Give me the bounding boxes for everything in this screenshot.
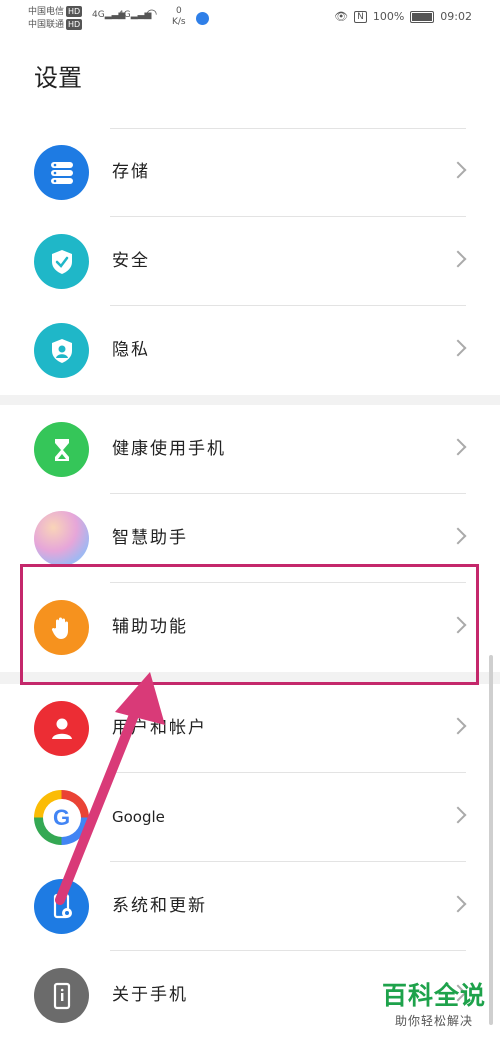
speed-value: 0 [175,6,182,16]
settings-group-1: 存储 安全 隐私 [0,128,500,395]
settings-item-security[interactable]: 安全 [0,217,500,306]
google-icon: G [34,790,89,845]
hd-badge-2: HD [66,19,83,30]
carrier-2: 中国联通 [28,20,65,30]
eye-comfort-icon: 👁 [334,10,349,23]
carrier-1: 中国电信 [28,7,65,17]
clock: 09:02 [440,10,472,23]
privacy-icon [34,323,89,378]
system-update-icon [34,879,89,934]
phone-info-icon [34,968,89,1023]
chevron-right-icon [449,806,467,824]
highlight-box [20,564,479,685]
settings-item-digital-balance[interactable]: 健康使用手机 [0,405,500,494]
telegram-icon [196,12,209,25]
carrier-info: 中国电信 HD 中国联通 HD [28,6,83,32]
wifi-icon: ◠ [146,7,158,22]
assistant-orb-icon [34,511,89,566]
battery-percent: 100% [372,10,405,23]
settings-item-label: 存储 [112,162,150,182]
watermark: 百科全说 助你轻松解决 [382,976,486,1029]
settings-item-google[interactable]: G Google [0,773,500,862]
settings-item-label: 安全 [112,251,150,271]
settings-item-privacy[interactable]: 隐私 [0,306,500,395]
chevron-right-icon [449,717,467,735]
hd-badge-1: HD [66,6,83,17]
right-status: 👁 N 100% 09:02 [334,10,472,23]
settings-item-label: 关于手机 [112,985,188,1005]
shield-check-icon [34,234,89,289]
settings-item-label: Google [112,808,165,826]
chevron-right-icon [449,895,467,913]
storage-icon [34,145,89,200]
battery-icon [410,10,435,23]
nfc-icon: N [354,10,367,23]
user-icon [34,701,89,756]
settings-item-label: 系统和更新 [112,896,207,916]
chevron-right-icon [449,250,467,268]
network-speed: 0 K/s [172,6,186,28]
settings-item-system-update[interactable]: 系统和更新 [0,862,500,951]
section-separator [0,395,500,405]
settings-item-label: 用户和帐户 [112,718,207,738]
hourglass-icon [34,422,89,477]
settings-item-users-accounts[interactable]: 用户和帐户 [0,684,500,773]
page-title: 设置 [34,64,82,92]
settings-item-label: 隐私 [112,340,150,360]
speed-unit: K/s [172,17,186,27]
watermark-title: 百科全说 [381,981,486,1010]
chevron-right-icon [449,339,467,357]
watermark-subtitle: 助你轻松解决 [394,1014,473,1028]
scrollbar[interactable] [489,655,493,1025]
signal-1-label: 4G [92,10,105,20]
chevron-right-icon [449,438,467,456]
chevron-right-icon [449,161,467,179]
settings-item-storage[interactable]: 存储 [0,128,500,217]
settings-item-label: 健康使用手机 [112,439,226,459]
status-bar: 中国电信 HD 中国联通 HD 4G▂▃▅ 4G▂▃▅ ◠ 0 K/s 👁 N 10… [0,0,500,40]
chevron-right-icon [449,527,467,545]
signal-2-label: 4G [118,10,131,20]
